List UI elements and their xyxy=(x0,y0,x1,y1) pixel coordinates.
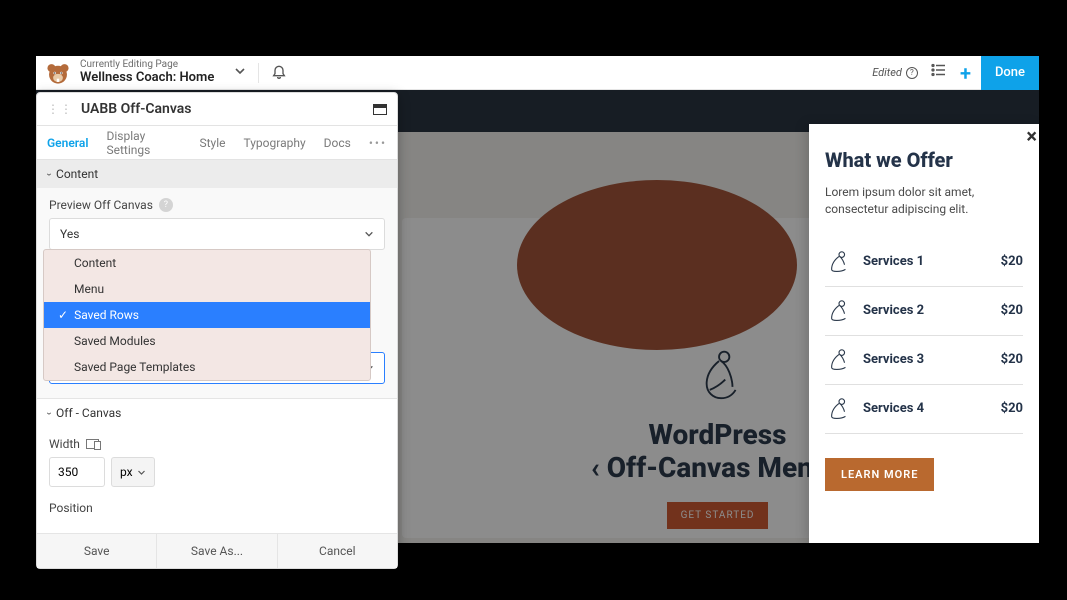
offcanvas-title: What we Offer xyxy=(825,148,1023,172)
list-item: Services 4 $20 xyxy=(825,385,1023,434)
yoga-icon xyxy=(825,299,853,323)
preview-label: Preview Off Canvas xyxy=(49,198,153,212)
save-as-button[interactable]: Save As... xyxy=(157,534,277,568)
panel-actions: Save Save As... Cancel xyxy=(37,533,397,568)
panel-tabs: General Display Settings Style Typograph… xyxy=(37,126,397,160)
content-section-label: Content xyxy=(56,167,98,181)
app-frame: Currently Editing Page Wellness Coach: H… xyxy=(36,56,1039,543)
list-item: Services 3 $20 xyxy=(825,336,1023,385)
offcanvas-preview: × What we Offer Lorem ipsum dolor sit am… xyxy=(809,124,1039,543)
topbar: Currently Editing Page Wellness Coach: H… xyxy=(36,56,1039,90)
tab-docs[interactable]: Docs xyxy=(324,136,351,150)
tab-general[interactable]: General xyxy=(47,136,88,150)
expand-panel-icon[interactable] xyxy=(373,104,387,115)
outline-panel-icon[interactable] xyxy=(930,61,948,84)
service-price: $20 xyxy=(1001,401,1023,416)
page-title: Wellness Coach: Home xyxy=(80,71,214,86)
service-name: Services 4 xyxy=(863,401,991,416)
help-icon[interactable]: ? xyxy=(159,198,173,212)
save-button[interactable]: Save xyxy=(37,534,157,568)
close-icon[interactable]: × xyxy=(1026,124,1037,148)
dropdown-option-saved-rows[interactable]: ✓Saved Rows xyxy=(44,302,370,328)
service-price: $20 xyxy=(1001,352,1023,367)
content-section-toggle[interactable]: › Content xyxy=(37,160,397,188)
unit-value: px xyxy=(120,465,133,479)
drag-grip-icon[interactable]: ⋮⋮ xyxy=(47,102,73,116)
service-name: Services 1 xyxy=(863,254,991,269)
edited-label: Edited xyxy=(872,66,902,79)
offcanvas-text: Lorem ipsum dolor sit amet, consectetur … xyxy=(825,184,1023,218)
tab-style[interactable]: Style xyxy=(200,136,226,150)
width-field: Width px xyxy=(37,427,397,497)
beaver-logo-icon xyxy=(44,59,72,87)
tab-typography[interactable]: Typography xyxy=(244,136,306,150)
title-dropdown-toggle[interactable] xyxy=(234,65,246,80)
yoga-icon xyxy=(825,250,853,274)
list-item: Services 1 $20 xyxy=(825,238,1023,287)
tabs-more-icon[interactable]: ••• xyxy=(369,136,387,150)
width-input[interactable] xyxy=(49,457,105,487)
service-price: $20 xyxy=(1001,303,1023,318)
panel-header[interactable]: ⋮⋮ UABB Off-Canvas xyxy=(37,93,397,126)
panel-title: UABB Off-Canvas xyxy=(81,101,373,117)
help-icon[interactable]: ? xyxy=(906,67,918,79)
yoga-icon xyxy=(825,348,853,372)
dropdown-option-content[interactable]: Content xyxy=(44,250,370,276)
preview-select[interactable]: Yes xyxy=(49,218,385,250)
service-name: Services 2 xyxy=(863,303,991,318)
page-title-block: Currently Editing Page Wellness Coach: H… xyxy=(80,59,214,85)
off-canvas-section-toggle[interactable]: › Off - Canvas xyxy=(37,398,397,427)
divider xyxy=(258,63,259,83)
preview-value: Yes xyxy=(60,227,79,241)
service-price: $20 xyxy=(1001,254,1023,269)
settings-panel: ⋮⋮ UABB Off-Canvas General Display Setti… xyxy=(36,92,398,569)
services-list: Services 1 $20 Services 2 $20 Services 3… xyxy=(825,238,1023,434)
dropdown-option-saved-modules[interactable]: Saved Modules xyxy=(44,328,370,354)
notifications-icon[interactable] xyxy=(271,63,287,83)
width-label: Width xyxy=(49,437,80,451)
off-canvas-section-label: Off - Canvas xyxy=(56,406,121,420)
yoga-icon xyxy=(825,397,853,421)
content-type-dropdown: Content Menu ✓Saved Rows Saved Modules S… xyxy=(43,249,371,381)
learn-more-button[interactable]: LEARN MORE xyxy=(825,458,934,491)
check-icon: ✓ xyxy=(58,308,68,322)
dropdown-option-menu[interactable]: Menu xyxy=(44,276,370,302)
chevron-down-icon xyxy=(137,468,146,477)
position-label: Position xyxy=(49,501,93,515)
edited-indicator: Edited ? xyxy=(872,66,918,79)
unit-select[interactable]: px xyxy=(111,457,155,487)
done-button[interactable]: Done xyxy=(981,56,1039,90)
responsive-icon[interactable] xyxy=(86,439,99,449)
cancel-button[interactable]: Cancel xyxy=(278,534,397,568)
chevron-down-icon xyxy=(364,229,374,239)
dropdown-option-saved-templates[interactable]: Saved Page Templates xyxy=(44,354,370,380)
list-item: Services 2 $20 xyxy=(825,287,1023,336)
tab-display-settings[interactable]: Display Settings xyxy=(106,129,181,157)
add-content-icon[interactable]: + xyxy=(960,61,971,85)
chevron-down-icon: › xyxy=(43,172,54,175)
service-name: Services 3 xyxy=(863,352,991,367)
position-field: Position xyxy=(37,497,397,533)
chevron-down-icon: › xyxy=(43,411,54,414)
